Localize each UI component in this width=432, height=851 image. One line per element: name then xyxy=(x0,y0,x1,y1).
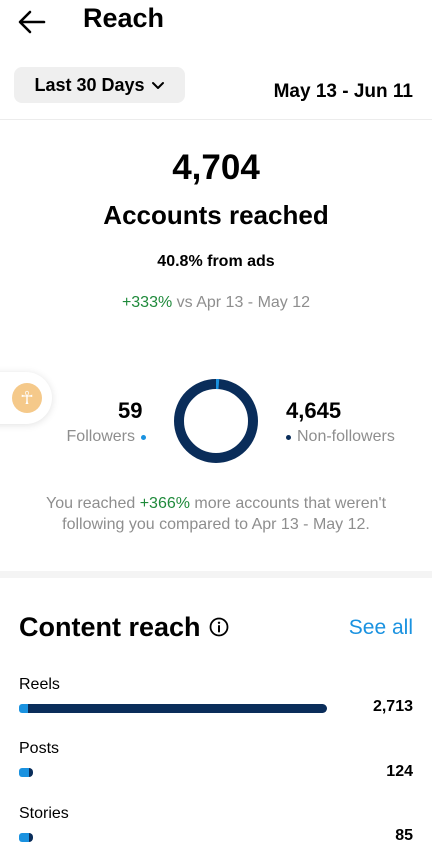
followers-dot xyxy=(141,434,146,440)
bar-followers-segment xyxy=(19,833,29,842)
floating-assistant-button[interactable]: ☥ xyxy=(0,372,52,424)
accounts-reached-label: Accounts reached xyxy=(103,200,329,230)
non-followers-dot xyxy=(286,434,291,440)
followers-label: Followers xyxy=(66,428,135,445)
bar-non-followers-segment xyxy=(29,833,33,842)
donut-non-followers-arc xyxy=(174,379,258,463)
comparison-period: vs Apr 13 - May 12 xyxy=(172,294,311,311)
note-percent: +366% xyxy=(139,495,190,512)
content-row-label: Stories xyxy=(19,805,69,822)
date-range-dropdown[interactable]: Last 30 Days xyxy=(14,67,185,103)
content-row-bar xyxy=(19,704,327,713)
arrow-left-icon xyxy=(18,10,46,34)
followers-count: 59 xyxy=(118,398,143,423)
section-divider xyxy=(0,571,432,578)
from-ads-text: 40.8% from ads xyxy=(157,253,275,270)
person-icon: ☥ xyxy=(12,383,42,413)
content-row-value: 124 xyxy=(386,763,413,780)
date-range-text: May 13 - Jun 11 xyxy=(273,81,413,102)
reach-comparison-note: You reached +366% more accounts that wer… xyxy=(24,493,408,535)
note-prefix: You reached xyxy=(45,495,140,512)
page-title: Reach xyxy=(83,3,165,33)
bar-non-followers-segment xyxy=(28,704,327,713)
content-row-label: Posts xyxy=(19,740,60,757)
date-range-dropdown-label: Last 30 Days xyxy=(34,74,145,95)
content-row-value: 2,713 xyxy=(372,698,413,715)
divider xyxy=(0,119,432,120)
info-icon[interactable] xyxy=(209,617,229,637)
bar-non-followers-segment xyxy=(29,768,33,777)
back-button[interactable] xyxy=(16,6,48,38)
see-all-link[interactable]: See all xyxy=(349,616,413,640)
non-followers-legend: Non-followers xyxy=(286,428,395,446)
accounts-reached-count: 4,704 xyxy=(172,148,260,187)
non-followers-label: Non-followers xyxy=(297,428,395,445)
content-row-bar xyxy=(19,833,33,842)
header: Reach xyxy=(0,0,432,44)
chevron-down-icon xyxy=(151,82,164,89)
bar-followers-segment xyxy=(19,768,29,777)
followers-legend: Followers xyxy=(67,428,146,446)
content-row-bar xyxy=(19,768,33,777)
comparison-text: +333% vs Apr 13 - May 12 xyxy=(0,294,432,312)
non-followers-count: 4,645 xyxy=(286,398,342,423)
change-percent: +333% xyxy=(121,294,173,311)
content-reach-title: Content reach xyxy=(19,612,201,642)
audience-donut-chart xyxy=(174,379,258,463)
content-row-label: Reels xyxy=(19,676,60,693)
content-row-value: 85 xyxy=(395,827,413,844)
bar-followers-segment xyxy=(19,704,28,713)
